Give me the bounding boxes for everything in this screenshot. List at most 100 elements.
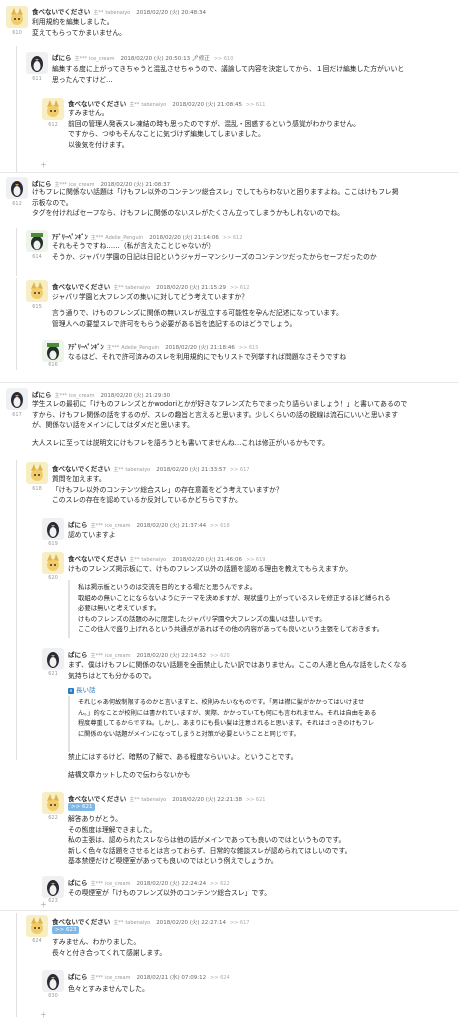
avatar[interactable] (42, 552, 64, 574)
post-body: すみません。 前回の管理人発表スレ凍結の時も思ったのですが、混乱・困惑するという… (68, 109, 360, 149)
reply-link[interactable]: >> 618 (210, 523, 230, 529)
avatar[interactable] (26, 915, 48, 937)
post-614: 614 ｱﾃﾞﾘｰﾍﾟﾝｷﾞﾝ 主*** Adelie_Penguin 2018/02… (0, 228, 458, 276)
reply-link[interactable]: >> 619 (246, 557, 266, 563)
poster-id: ice_cream (89, 56, 115, 62)
penguin-avatar-icon (42, 876, 64, 898)
post-body: けもフレに関係ない話題は「けもフレ以外のコンテンツ総合スレ」でしてもらわないと困… (32, 188, 399, 217)
reply-link[interactable]: >> 622 (210, 881, 230, 887)
poster-name[interactable]: ぱにら (32, 391, 52, 399)
post-body: 色々とすみませんでした。 (68, 985, 149, 993)
reply-link[interactable]: >> 624 (210, 975, 230, 981)
post-number: 622 (48, 815, 58, 821)
post-body: その喫煙室が「けものフレンズ以外のコンテンツ総合スレ」です。 (68, 889, 272, 897)
post-617: 617 ぱにら 主*** ice_cream 2018/02/20 (火) 21:29… (0, 386, 458, 458)
avatar[interactable] (42, 648, 64, 670)
avatar[interactable] (42, 340, 64, 362)
poster-id: tabenaiyo (141, 557, 167, 563)
post-date: 2018/02/20 (火) 22:21:38 (172, 797, 242, 803)
post-body: まず、僕はけもフレに関係のない話題を全面禁止したい訳ではありません。ここの人達と… (68, 661, 408, 680)
poster-mark: 主*** (90, 975, 104, 981)
poster-name[interactable]: ぱにら (68, 973, 88, 981)
avatar[interactable] (26, 280, 48, 302)
avatar[interactable] (42, 970, 64, 992)
post-date: 2018/02/20 (火) 21:15:29 (156, 285, 226, 291)
avatar[interactable] (26, 462, 48, 484)
divider (0, 910, 458, 911)
poster-name[interactable]: 食べないでください (68, 555, 126, 563)
penguin-avatar-icon (26, 230, 48, 252)
poster-mark: 主*** (106, 345, 120, 351)
reply-link[interactable]: >> 621 (246, 797, 266, 803)
avatar[interactable] (42, 98, 64, 120)
poster-name[interactable]: 食べないでください (68, 795, 126, 803)
poster-mark: 主*** (90, 523, 104, 529)
poster-name[interactable]: 食べないでください (32, 8, 90, 16)
divider (0, 382, 458, 383)
avatar[interactable] (26, 52, 48, 74)
penguin-avatar-icon (42, 518, 64, 540)
post-number: 614 (32, 254, 42, 260)
post-620: 620 食べないでください 主** tabenaiyo 2018/02/20 (火) … (0, 550, 458, 642)
reply-link[interactable]: >> 612 (230, 285, 250, 291)
post-body: すみません、わかりました。 長々と付き合ってくれて感謝します。 (52, 938, 167, 957)
post-header: ぱにら 主*** ice_cream 2018/02/20 (火) 21:37:44 >… (68, 519, 230, 529)
post-date: 2018/02/20 (火) 20:48:34 (136, 10, 206, 16)
post-date: 2018/02/20 (火) 22:24:24 (136, 881, 207, 887)
expand-plus-icon[interactable]: ＋ (40, 900, 47, 910)
poster-id: ice_cream (105, 881, 131, 887)
avatar[interactable] (6, 388, 28, 410)
poster-name[interactable]: 食べないでください (52, 283, 110, 291)
post-header: ｱﾃﾞﾘｰﾍﾟﾝｷﾞﾝ 主*** Adelie_Penguin 2018/02/20 … (68, 341, 258, 351)
poster-name[interactable]: ぱにら (68, 651, 88, 659)
post-body: 解答ありがとう。 その態度は理解できました。 私の主張は、認められたスレならは他… (68, 815, 352, 865)
poster-name[interactable]: 食べないでください (52, 918, 110, 926)
poster-name[interactable]: ｱﾃﾞﾘｰﾍﾟﾝｷﾞﾝ (68, 343, 104, 351)
post-body: 認めていますよ (68, 531, 116, 539)
long-text-toggle[interactable]: ∧ 長い話 (68, 684, 96, 694)
expand-plus-icon[interactable]: ＋ (40, 1010, 47, 1020)
post-header: 食べないでください 主** tabenaiyo 2018/02/20 (火) 21:1… (52, 281, 249, 291)
poster-id: tabenaiyo (105, 10, 131, 16)
reply-anchor-badge[interactable]: >> 621 (68, 803, 96, 811)
post-615: 615 食べないでください 主** tabenaiyo 2018/02/20 (火) … (0, 278, 458, 370)
post-621-note: 結構文章カットしたので伝わらないかも (68, 771, 191, 779)
expand-plus-icon[interactable]: ＋ (40, 160, 47, 170)
penguin-avatar-icon (42, 648, 64, 670)
poster-name[interactable]: ぱにら (68, 879, 88, 887)
reply-link[interactable]: >> 620 (210, 653, 230, 659)
avatar[interactable] (6, 6, 28, 28)
reply-link[interactable]: >> 615 (239, 345, 259, 351)
reply-link[interactable]: >> 617 (230, 920, 250, 926)
post-body: 編集する度に上がってきちゃうと混乱させちゃうので、議論して内容を決定してから、１… (52, 65, 405, 84)
post-621: 621 ぱにら 主*** ice_cream 2018/02/20 (火) 22:14… (0, 646, 458, 754)
poster-name[interactable]: ｱﾃﾞﾘｰﾍﾟﾝｷﾞﾝ (52, 233, 88, 241)
reply-link[interactable]: >> 610 (214, 56, 234, 62)
poster-name[interactable]: 食べないでください (52, 465, 110, 473)
reply-link[interactable]: >> 617 (230, 467, 250, 473)
poster-name[interactable]: 食べないでください (68, 100, 126, 108)
post-date: 2018/02/20 (火) 22:14:52 (136, 653, 207, 659)
thread-line (16, 228, 17, 276)
post-header: 食べないでください 主** tabenaiyo 2018/02/20 (火) 22:2… (68, 793, 265, 803)
quote-text: それじゃあ何故制限するのかと言いますと、校則みたいなものです。「男は襟に髪がかか… (78, 699, 377, 738)
post-number: 615 (32, 304, 42, 310)
avatar[interactable] (6, 177, 28, 199)
avatar[interactable] (42, 518, 64, 540)
poster-mark: 主*** (90, 881, 104, 887)
poster-id: tabenaiyo (141, 797, 167, 803)
post-number: 630 (48, 993, 58, 999)
poster-name[interactable]: ぱにら (68, 521, 88, 529)
avatar[interactable] (42, 876, 64, 898)
post-header: 食べないでください 主** tabenaiyo 2018/02/20 (火) 22:2… (52, 916, 249, 926)
post-number: 612 (48, 122, 58, 128)
penguin-avatar-icon (26, 52, 48, 74)
post-body: 質問を加えます。 「けもフレ以外のコンテンツ総合スレ」の存在意義をどう考えていま… (52, 475, 283, 504)
avatar[interactable] (26, 230, 48, 252)
toggle-label: 長い話 (76, 686, 96, 694)
reply-anchor-badge[interactable]: >> 623 (52, 926, 80, 934)
post-header: 食べないでください 主** tabenaiyo 2018/02/20 (火) 21:3… (52, 463, 249, 473)
avatar[interactable] (42, 792, 64, 814)
poster-name[interactable]: ぱにら (52, 54, 72, 62)
expand-icon: ∧ (68, 688, 74, 694)
